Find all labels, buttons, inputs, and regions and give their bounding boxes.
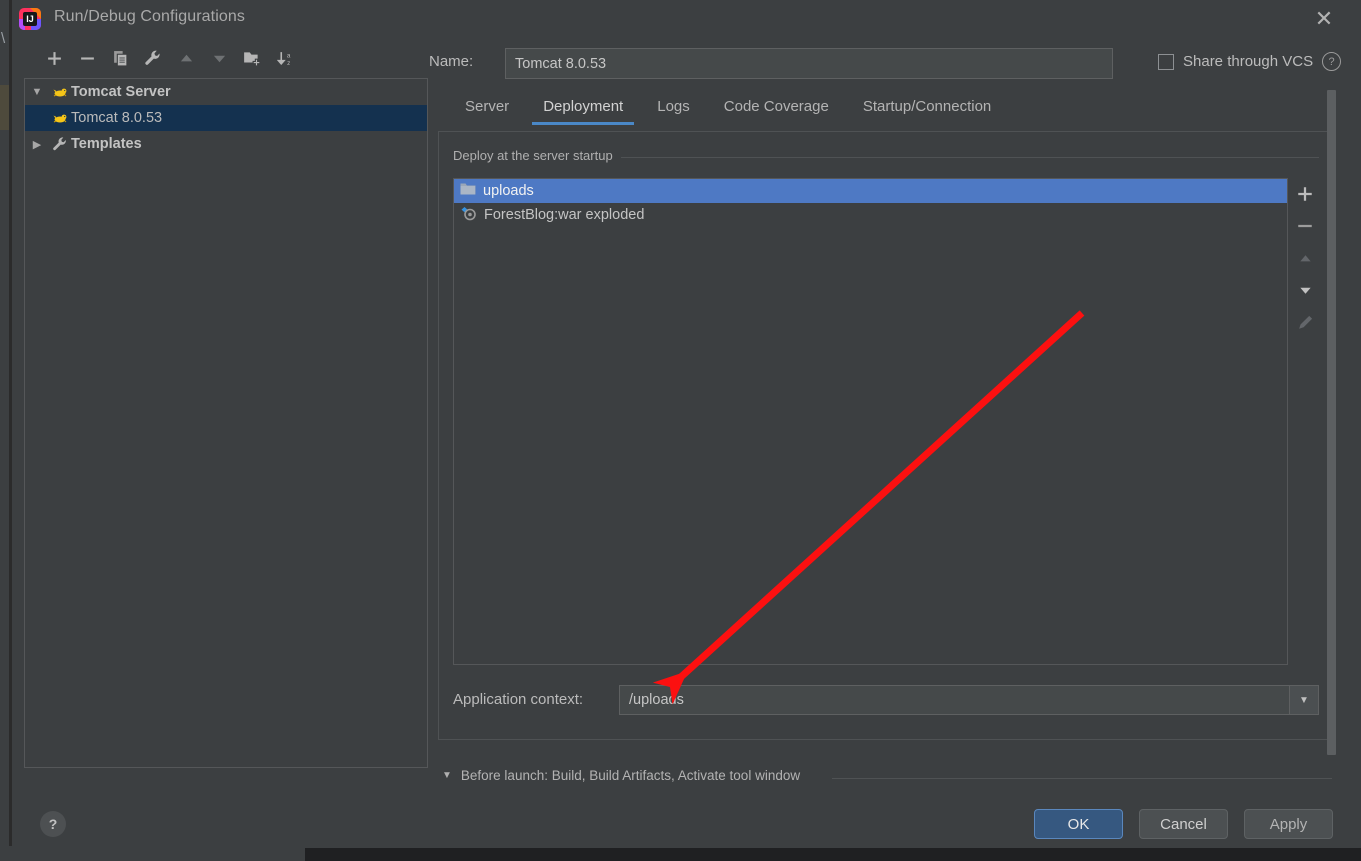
- ide-editor-tab-highlight: [0, 85, 9, 130]
- deployment-artifacts-list[interactable]: uploads ForestBlog:war exploded: [453, 178, 1288, 665]
- application-context-label: Application context:: [453, 691, 584, 708]
- chevron-down-icon[interactable]: ▼: [25, 86, 49, 98]
- wrench-icon: [145, 50, 160, 65]
- sort-alphabetically-button[interactable]: a z: [271, 44, 299, 72]
- before-launch-divider: [832, 778, 1332, 779]
- intellij-idea-logo-icon: IJ: [19, 8, 41, 30]
- arrow-down-icon: [213, 55, 225, 62]
- tomcat-icon: [49, 110, 71, 126]
- svg-text:a: a: [286, 52, 290, 59]
- chevron-down-icon[interactable]: ▼: [442, 770, 452, 781]
- tab-deployment[interactable]: Deployment: [526, 94, 640, 125]
- svg-text:IJ: IJ: [26, 14, 34, 24]
- minus-icon: [1298, 224, 1312, 228]
- move-artifact-down-button[interactable]: [1290, 274, 1320, 306]
- list-item-label: ForestBlog:war exploded: [484, 207, 645, 223]
- application-context-combobox[interactable]: ▼: [619, 685, 1319, 715]
- chevron-right-icon[interactable]: ▶: [25, 138, 49, 151]
- tree-item-label: Templates: [71, 136, 142, 152]
- before-launch-section[interactable]: ▼ Before launch: Build, Build Artifacts,…: [442, 768, 800, 783]
- ide-status-bar-left: [0, 846, 305, 861]
- remove-configuration-button[interactable]: [73, 44, 101, 72]
- tree-item-tomcat-server[interactable]: ▼ Tomcat Server: [25, 79, 427, 105]
- share-through-vcs-row: Share through VCS ?: [1158, 52, 1342, 71]
- configurations-toolbar: a z: [26, 44, 426, 76]
- tree-item-tomcat-8-0-53[interactable]: Tomcat 8.0.53: [25, 105, 427, 131]
- tab-startup-connection[interactable]: Startup/Connection: [846, 94, 1008, 125]
- ide-background-text: \: [1, 30, 6, 47]
- close-icon[interactable]: ✕: [1307, 4, 1341, 34]
- tab-server[interactable]: Server: [448, 94, 526, 125]
- arrow-up-icon: [1299, 254, 1311, 261]
- pencil-icon: [1298, 315, 1312, 329]
- ok-button[interactable]: OK: [1034, 809, 1123, 839]
- tomcat-icon: [49, 84, 71, 100]
- dialog-title: Run/Debug Configurations: [54, 8, 245, 25]
- copy-icon: [113, 50, 127, 66]
- artifact-icon: [460, 206, 477, 225]
- wrench-icon: [49, 136, 71, 152]
- legend-divider: [612, 157, 1319, 158]
- dialog-scrollbar-thumb[interactable]: [1327, 90, 1336, 755]
- sort-az-icon: a z: [276, 51, 290, 66]
- move-artifact-up-button[interactable]: [1290, 242, 1320, 274]
- plus-icon: [1298, 187, 1312, 201]
- run-debug-configurations-dialog: IJ Run/Debug Configurations ✕ a z ▼ Tomc…: [12, 0, 1361, 848]
- minus-icon: [80, 56, 94, 60]
- name-label: Name:: [429, 53, 474, 70]
- arrow-up-icon: [180, 54, 192, 61]
- before-launch-label: Before launch: Build, Build Artifacts, A…: [460, 768, 801, 783]
- configurations-tree[interactable]: ▼ Tomcat Server Tomcat 8.0.53 ▶ Template…: [24, 78, 428, 768]
- edit-templates-button[interactable]: [139, 44, 167, 72]
- name-input[interactable]: [505, 48, 1113, 79]
- list-item-label: uploads: [483, 183, 534, 199]
- help-icon[interactable]: ?: [1322, 52, 1342, 71]
- remove-artifact-button[interactable]: [1290, 210, 1320, 242]
- share-through-vcs-label: Share through VCS: [1183, 53, 1314, 70]
- apply-button[interactable]: Apply: [1244, 809, 1333, 839]
- artifacts-side-toolbar: [1290, 178, 1320, 665]
- tree-item-label: Tomcat 8.0.53: [71, 110, 163, 126]
- dialog-titlebar: IJ Run/Debug Configurations ✕: [12, 0, 1361, 38]
- tree-item-label: Tomcat Server: [71, 84, 171, 100]
- move-down-button[interactable]: [205, 44, 233, 72]
- plus-icon: [47, 51, 61, 65]
- chevron-down-icon[interactable]: ▼: [1289, 686, 1318, 714]
- folder-icon: [460, 182, 476, 200]
- tab-code-coverage[interactable]: Code Coverage: [707, 94, 846, 125]
- svg-text:z: z: [287, 59, 290, 66]
- deploy-at-server-startup-label: Deploy at the server startup: [453, 148, 621, 163]
- new-folder-icon: [244, 52, 261, 67]
- tree-item-templates[interactable]: ▶ Templates: [25, 131, 427, 157]
- move-up-button[interactable]: [172, 44, 200, 72]
- create-folder-button[interactable]: [238, 44, 266, 72]
- tab-logs[interactable]: Logs: [640, 94, 707, 125]
- list-item-forestblog-war-exploded[interactable]: ForestBlog:war exploded: [454, 203, 1287, 227]
- arrow-down-icon: [1299, 287, 1311, 294]
- configuration-tabs: Server Deployment Logs Code Coverage Sta…: [448, 94, 1008, 125]
- copy-configuration-button[interactable]: [106, 44, 134, 72]
- list-item-uploads[interactable]: uploads: [454, 179, 1287, 203]
- help-icon[interactable]: ?: [40, 811, 66, 837]
- application-context-input[interactable]: [620, 686, 1289, 714]
- edit-artifact-button[interactable]: [1290, 306, 1320, 338]
- share-through-vcs-checkbox[interactable]: [1158, 53, 1174, 70]
- cancel-button[interactable]: Cancel: [1139, 809, 1228, 839]
- add-artifact-button[interactable]: [1290, 178, 1320, 210]
- add-configuration-button[interactable]: [40, 44, 68, 72]
